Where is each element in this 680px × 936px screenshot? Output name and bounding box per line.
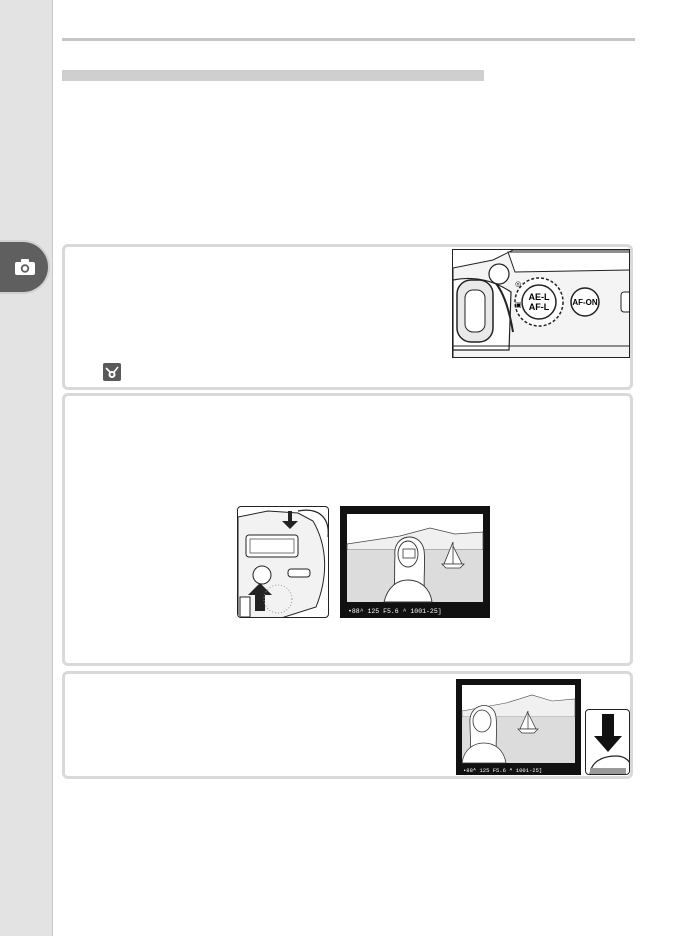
shutter-and-ae-lock-illustration <box>237 506 329 618</box>
chapter-tab[interactable] <box>0 240 50 294</box>
side-margin <box>0 0 53 936</box>
viewfinder-readout: •88ᴬ 125 F5.6 ᴬ 1001-25] <box>463 766 542 774</box>
step-2-panel: •88ᴬ 125 F5.6 ᴬ 1001-25] <box>62 393 633 666</box>
af-on-button: AF-ON <box>570 287 600 317</box>
ae-l-af-l-button-illustration: AE-L AF-L ◎ ▣ AF-ON <box>452 249 630 358</box>
svg-text:AF-L: AF-L <box>529 302 550 312</box>
viewfinder-illustration-small: •88ᴬ 125 F5.6 ᴬ 1001-25] <box>456 679 581 775</box>
svg-text:▣: ▣ <box>515 302 522 309</box>
viewfinder-illustration: •88ᴬ 125 F5.6 ᴬ 1001-25] <box>340 506 490 618</box>
step-3-panel: •88ᴬ 125 F5.6 ᴬ 1001-25] <box>62 671 633 779</box>
svg-text:◎: ◎ <box>515 281 521 288</box>
step-1-panel: AE-L AF-L ◎ ▣ AF-ON <box>62 244 633 390</box>
eye-note-icon <box>103 363 121 381</box>
header-rule <box>62 38 635 41</box>
section-heading-bar <box>62 70 484 81</box>
shutter-press-illustration <box>585 709 630 775</box>
ae-l-af-l-button: AE-L AF-L <box>514 277 564 327</box>
viewfinder-readout: •88ᴬ 125 F5.6 ᴬ 1001-25] <box>348 607 442 615</box>
svg-text:AE-L: AE-L <box>529 292 550 302</box>
svg-text:AF-ON: AF-ON <box>572 298 598 307</box>
down-arrow-icon <box>594 714 622 752</box>
camera-icon <box>15 259 35 275</box>
